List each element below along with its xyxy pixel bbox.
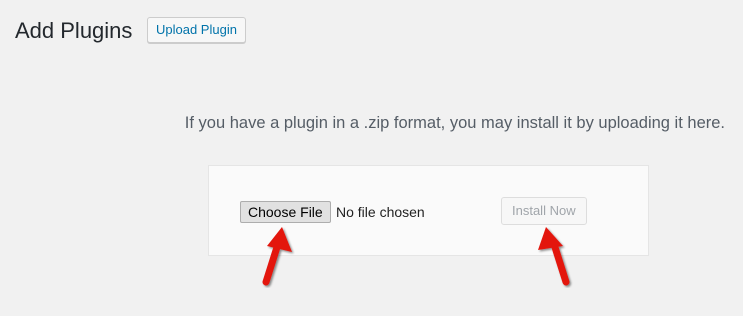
red-arrow-icon (262, 227, 292, 286)
install-now-button[interactable]: Install Now (501, 197, 587, 225)
red-arrow-icon (538, 227, 570, 286)
choose-file-button[interactable]: Choose File (240, 201, 331, 223)
add-plugins-page: Add Plugins Upload Plugin If you have a … (0, 0, 743, 316)
upload-help-text: If you have a plugin in a .zip format, y… (184, 114, 725, 132)
upload-plugin-button[interactable]: Upload Plugin (147, 17, 246, 43)
file-status-text: No file chosen (336, 204, 425, 220)
page-title: Add Plugins (15, 18, 133, 43)
